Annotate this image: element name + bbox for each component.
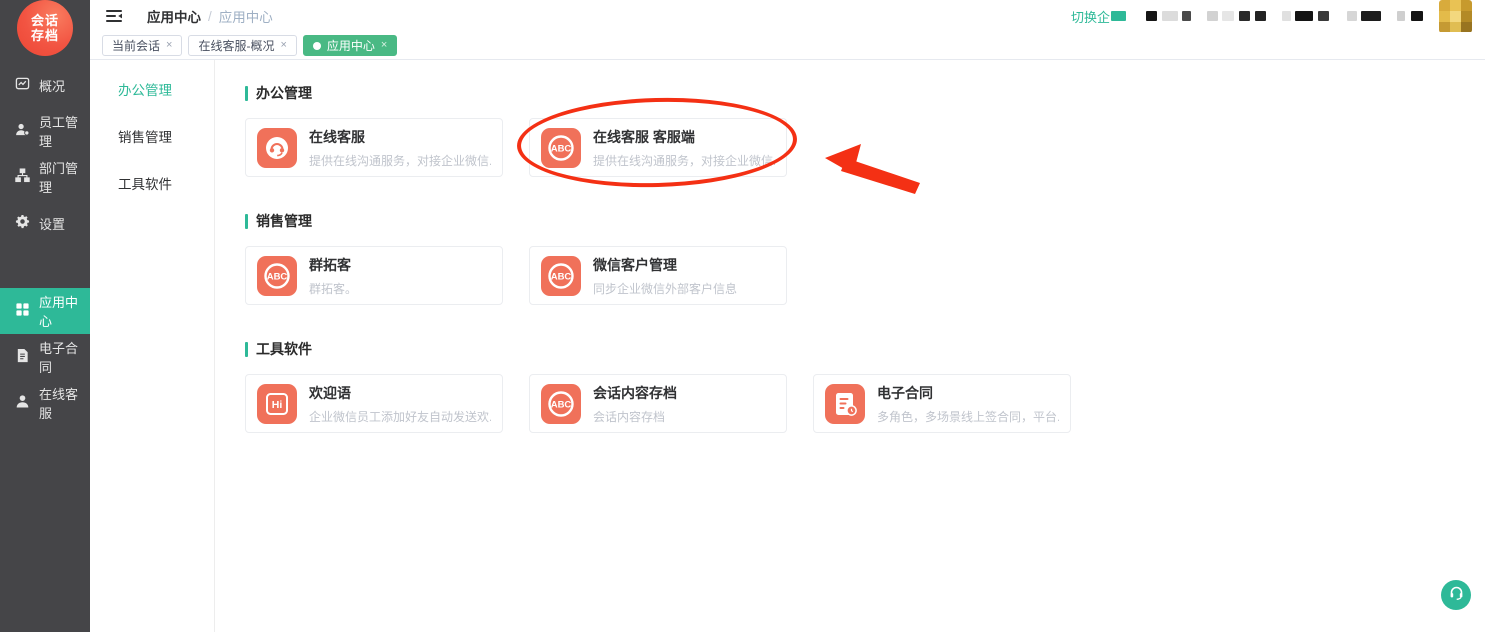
section-bar-icon <box>245 86 248 101</box>
tab-label: 当前会话 <box>112 37 160 54</box>
close-icon[interactable]: × <box>381 40 387 51</box>
abc-icon: ABC <box>541 128 581 168</box>
app-description: 提供在线沟通服务，对接企业微信... <box>593 152 775 169</box>
sidebar-item-label: 部门管理 <box>39 158 90 196</box>
close-icon[interactable]: × <box>280 40 286 51</box>
app-description: 群拓客。 <box>309 280 357 297</box>
sidebar-item-label: 应用中心 <box>39 292 90 330</box>
user-avatar[interactable] <box>1439 0 1472 33</box>
app-logo: 会话 存档 <box>17 0 73 56</box>
app-card-econtract[interactable]: 电子合同 多角色，多场景线上签合同，平台... <box>813 374 1071 433</box>
contract-doc-icon <box>15 348 30 366</box>
app-description: 同步企业微信外部客户信息 <box>593 280 737 297</box>
category-office-management[interactable]: 办公管理 <box>90 67 214 114</box>
app-card-online-service-agent[interactable]: ABC 在线客服 客服端 提供在线沟通服务，对接企业微信... <box>529 118 787 177</box>
employee-icon <box>15 122 30 140</box>
tab-label: 应用中心 <box>327 37 375 54</box>
category-sidebar: 办公管理 销售管理 工具软件 <box>90 60 215 632</box>
sidebar-item-label: 员工管理 <box>39 112 90 150</box>
section-office-management: 办公管理 在线客服 提供在线沟通服务，对接企业微信... <box>245 83 1485 177</box>
section-bar-icon <box>245 342 248 357</box>
tab-current-session[interactable]: 当前会话 × <box>102 35 182 56</box>
category-sales-management[interactable]: 销售管理 <box>90 114 214 161</box>
collapse-menu-icon[interactable] <box>106 9 123 23</box>
app-card-session-archive[interactable]: ABC 会话内容存档 会话内容存档 <box>529 374 787 433</box>
abc-icon: ABC <box>257 256 297 296</box>
tabs-bar: 当前会话 × 在线客服-概况 × 应用中心 × <box>90 32 1485 60</box>
sidebar-item-departments[interactable]: 部门管理 <box>0 154 90 200</box>
app-name: 会话内容存档 <box>593 383 677 403</box>
app-card-quntuoke[interactable]: ABC 群拓客 群拓客。 <box>245 246 503 305</box>
sidebar-group-divider <box>0 246 90 288</box>
app-description: 多角色，多场景线上签合同，平台... <box>877 408 1059 425</box>
tab-label: 在线客服-概况 <box>198 37 274 54</box>
headset-icon <box>257 128 297 168</box>
hi-icon: Hi <box>257 384 297 424</box>
section-title: 工具软件 <box>245 339 1485 359</box>
section-title: 办公管理 <box>245 83 1485 103</box>
sidebar-item-label: 概况 <box>39 76 65 95</box>
breadcrumb-current: 应用中心 <box>219 6 273 26</box>
sidebar-item-label: 电子合同 <box>39 338 90 376</box>
app-card-online-service[interactable]: 在线客服 提供在线沟通服务，对接企业微信... <box>245 118 503 177</box>
abc-icon: ABC <box>541 384 581 424</box>
section-sales-management: 销售管理 ABC 群拓客 群拓客。 ABC <box>245 211 1485 305</box>
app-name: 微信客户管理 <box>593 255 737 275</box>
person-icon <box>15 394 30 412</box>
abc-icon: ABC <box>541 256 581 296</box>
svg-text:ABC: ABC <box>551 143 572 154</box>
sidebar-item-overview[interactable]: 概况 <box>0 62 90 108</box>
active-dot-icon <box>313 42 321 50</box>
app-description: 企业微信员工添加好友自动发送欢... <box>309 408 491 425</box>
sidebar-item-online-service[interactable]: 在线客服 <box>0 380 90 426</box>
app-center-content: 办公管理 在线客服 提供在线沟通服务，对接企业微信... <box>215 60 1485 632</box>
app-name: 在线客服 <box>309 127 491 147</box>
svg-text:ABC: ABC <box>551 399 572 410</box>
section-title: 销售管理 <box>245 211 1485 231</box>
svg-text:ABC: ABC <box>551 271 572 282</box>
gear-icon <box>15 214 30 232</box>
logo-line2: 存档 <box>31 28 59 43</box>
svg-text:ABC: ABC <box>267 271 288 282</box>
category-tool-software[interactable]: 工具软件 <box>90 161 214 208</box>
sidebar-item-label: 在线客服 <box>39 384 90 422</box>
overview-chart-icon <box>15 76 30 94</box>
sidebar-item-label: 设置 <box>39 214 65 233</box>
app-card-wechat-customer-mgmt[interactable]: ABC 微信客户管理 同步企业微信外部客户信息 <box>529 246 787 305</box>
headset-icon <box>1448 584 1465 606</box>
header-right: 切换企 <box>1071 0 1472 33</box>
breadcrumb: 应用中心 / 应用中心 <box>147 6 273 26</box>
contract-icon <box>825 384 865 424</box>
top-header: 应用中心 / 应用中心 切换企 <box>90 0 1485 32</box>
app-grid-icon <box>15 302 30 320</box>
switch-enterprise-link[interactable]: 切换企 <box>1071 7 1126 26</box>
app-card-welcome-message[interactable]: Hi 欢迎语 企业微信员工添加好友自动发送欢... <box>245 374 503 433</box>
primary-sidebar: 会话 存档 概况 员工管理 <box>0 0 90 632</box>
redacted-username <box>1146 11 1423 21</box>
app-name: 群拓客 <box>309 255 357 275</box>
org-tree-icon <box>15 168 30 186</box>
app-description: 会话内容存档 <box>593 408 677 425</box>
redacted-block <box>1111 11 1126 21</box>
tab-service-overview[interactable]: 在线客服-概况 × <box>188 35 296 56</box>
sidebar-item-app-center[interactable]: 应用中心 <box>0 288 90 334</box>
section-bar-icon <box>245 214 248 229</box>
app-name: 电子合同 <box>877 383 1059 403</box>
sidebar-item-settings[interactable]: 设置 <box>0 200 90 246</box>
app-description: 提供在线沟通服务，对接企业微信... <box>309 152 491 169</box>
app-name: 欢迎语 <box>309 383 491 403</box>
svg-text:Hi: Hi <box>272 399 283 411</box>
tab-app-center[interactable]: 应用中心 × <box>303 35 397 56</box>
close-icon[interactable]: × <box>166 40 172 51</box>
breadcrumb-root[interactable]: 应用中心 <box>147 6 201 26</box>
section-tool-software: 工具软件 Hi 欢迎语 企业微信员工添加好友自动发送欢... <box>245 339 1485 433</box>
sidebar-item-econtract[interactable]: 电子合同 <box>0 334 90 380</box>
app-name: 在线客服 客服端 <box>593 127 775 147</box>
sidebar-item-employees[interactable]: 员工管理 <box>0 108 90 154</box>
logo-line1: 会话 <box>31 13 59 28</box>
breadcrumb-separator: / <box>208 9 212 24</box>
customer-service-fab[interactable] <box>1441 580 1471 610</box>
